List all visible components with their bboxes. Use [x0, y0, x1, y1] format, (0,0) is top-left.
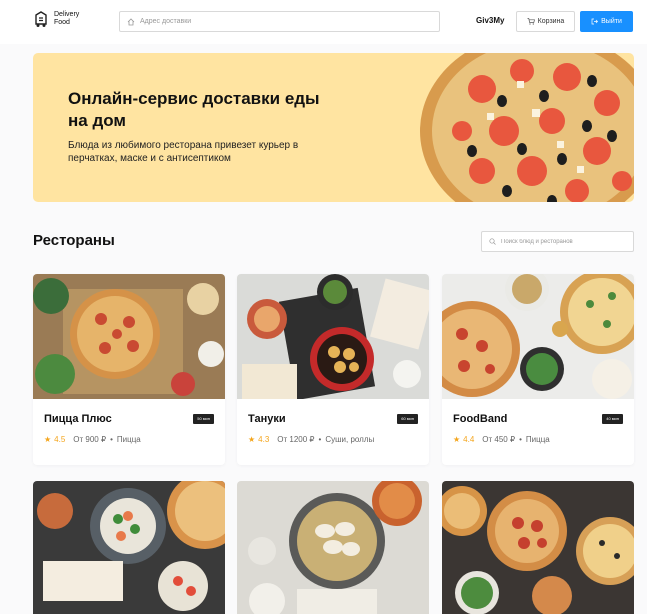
logout-label: Выйти [601, 18, 622, 25]
restaurants-title: Рестораны [33, 232, 115, 249]
promo-title: Онлайн-сервис доставки еды на дом [68, 89, 320, 130]
star-icon: ★ [248, 435, 256, 444]
restaurant-image [442, 274, 634, 399]
logo-text: Delivery Food [54, 11, 79, 27]
header: Delivery Food Giv3My Корзина Выйти [0, 0, 647, 44]
restaurant-meta: ★ 4.4 От 450 ₽ • Пицца [453, 435, 550, 444]
restaurant-meta: ★ 4.5 От 900 ₽ • Пицца [44, 435, 141, 444]
restaurant-name: Тануки [248, 413, 286, 425]
promo-banner: Онлайн-сервис доставки еды на дом Блюда … [33, 53, 634, 202]
restaurant-card[interactable] [442, 481, 634, 614]
search-icon [489, 238, 496, 245]
logo-line1: Delivery [54, 11, 80, 18]
rating: ★ 4.5 [44, 435, 65, 444]
restaurant-name: Пицца Плюс [44, 413, 112, 425]
restaurant-image [237, 274, 429, 399]
cart-button[interactable]: Корзина [516, 11, 575, 32]
restaurant-name: FoodBand [453, 413, 508, 425]
restaurant-card[interactable]: Пицца Плюс 50 мин ★ 4.5 От 900 ₽ • Пицца [33, 274, 225, 465]
dot-separator: • [519, 435, 522, 444]
cart-icon [527, 18, 535, 25]
star-icon: ★ [44, 435, 52, 444]
price: От 1200 ₽ [277, 435, 315, 444]
logout-button[interactable]: Выйти [580, 11, 633, 32]
address-input[interactable] [140, 18, 420, 25]
delivery-logo-icon [35, 11, 47, 27]
restaurant-image [237, 481, 429, 614]
restaurant-meta: ★ 4.3 От 1200 ₽ • Суши, роллы [248, 435, 374, 444]
page: Delivery Food Giv3My Корзина Выйти [0, 0, 647, 614]
delivery-time-badge: 40 мин [602, 414, 623, 424]
address-field[interactable] [119, 11, 440, 32]
delivery-time-badge: 50 мин [193, 414, 214, 424]
search-field[interactable] [481, 231, 634, 252]
price: От 900 ₽ [73, 435, 107, 444]
cart-label: Корзина [537, 18, 565, 25]
logo-line2: Food [54, 19, 70, 26]
restaurant-image [442, 481, 634, 614]
promo-text: Блюда из любимого ресторана привезет кур… [68, 140, 299, 164]
restaurant-image [33, 274, 225, 399]
pizza-image [420, 53, 634, 202]
logout-icon [591, 18, 599, 25]
star-icon: ★ [453, 435, 461, 444]
dot-separator: • [110, 435, 113, 444]
rating-value: 4.4 [463, 435, 475, 444]
restaurant-card[interactable]: FoodBand 40 мин ★ 4.4 От 450 ₽ • Пицца [442, 274, 634, 465]
restaurant-image [33, 481, 225, 614]
price: От 450 ₽ [482, 435, 516, 444]
restaurant-card[interactable] [33, 481, 225, 614]
restaurant-card[interactable]: Тануки 60 мин ★ 4.3 От 1200 ₽ • Суши, ро… [237, 274, 429, 465]
user-name: Giv3My [476, 16, 505, 25]
category: Пицца [525, 435, 550, 444]
rating: ★ 4.3 [248, 435, 269, 444]
delivery-time-badge: 60 мин [397, 414, 418, 424]
category: Пицца [116, 435, 141, 444]
rating-value: 4.5 [54, 435, 66, 444]
rating: ★ 4.4 [453, 435, 474, 444]
search-input[interactable] [501, 238, 631, 245]
home-icon [127, 17, 135, 25]
category: Суши, роллы [325, 435, 375, 444]
logo[interactable]: Delivery Food [33, 10, 79, 28]
dot-separator: • [318, 435, 322, 444]
restaurant-card[interactable] [237, 481, 429, 614]
rating-value: 4.3 [258, 435, 270, 444]
